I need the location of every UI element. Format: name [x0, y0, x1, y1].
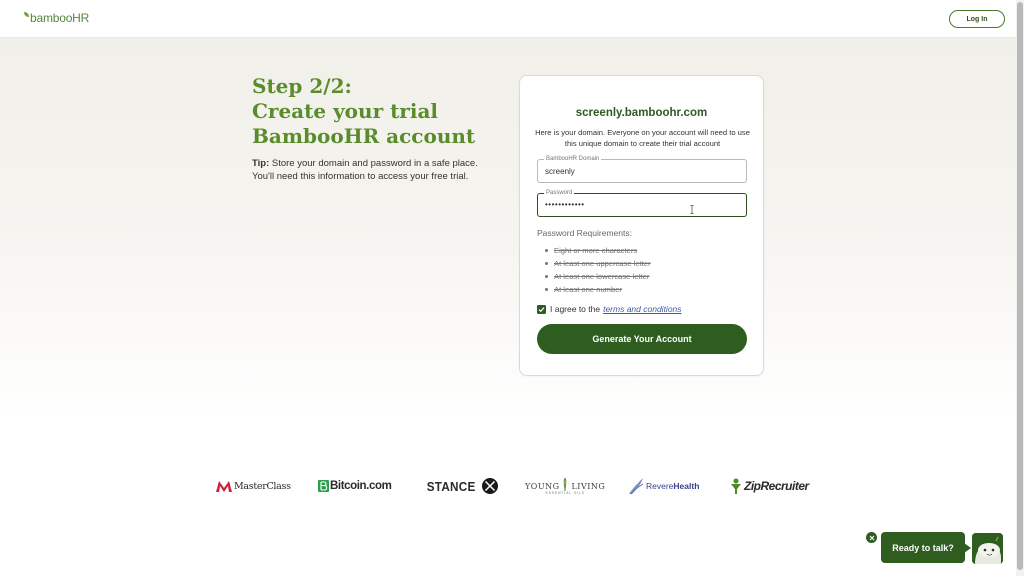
step-heading-line-1: Step 2/2:	[252, 74, 352, 98]
terms-and-conditions-link[interactable]: terms and conditions	[603, 304, 681, 314]
domain-field[interactable]: BambooHR Domain screenly	[537, 155, 747, 183]
terms-agreement-text: I agree to the	[550, 304, 601, 314]
ziprecruiter-person-icon	[731, 478, 741, 494]
ready-to-talk-button[interactable]: Ready to talk?	[881, 532, 965, 563]
step-heading: Step 2/2: Create your trial BambooHR acc…	[252, 74, 502, 149]
stance-circle-icon	[482, 478, 499, 494]
domain-title: screenly.bamboohr.com	[575, 107, 708, 119]
domain-field-value[interactable]: screenly	[545, 167, 735, 176]
top-navigation-bar: bambooHR Log In	[0, 0, 1016, 38]
logo-text: bambooHR	[30, 11, 90, 25]
password-field[interactable]: Password ••••••••••••	[537, 189, 747, 217]
bitcoin-logo: Bitcoin.com	[318, 473, 392, 499]
chat-bubble-pointer	[964, 543, 971, 553]
tip-body: Store your domain and password in a safe…	[252, 158, 478, 182]
page-scrollbar-thumb[interactable]	[1017, 2, 1023, 570]
tip-label: Tip:	[252, 158, 270, 169]
young-living-leaf-icon	[564, 477, 567, 491]
chat-close-button[interactable]	[866, 532, 877, 543]
generate-account-button[interactable]: Generate Your Account	[537, 324, 747, 354]
bullet-icon	[545, 275, 548, 278]
requirement-item: At least one lowercase letter	[545, 270, 651, 283]
tip-text: Tip: Store your domain and password in a…	[252, 157, 497, 183]
bitcoin-icon	[318, 480, 329, 492]
masterclass-logo: MasterClass	[216, 473, 291, 499]
hero-background	[0, 38, 1016, 418]
close-icon	[869, 535, 874, 540]
requirement-item: At least one number	[545, 283, 651, 296]
domain-description: Here is your domain. Everyone on your ac…	[535, 128, 750, 148]
ziprecruiter-logo: ZipRecruiter	[730, 473, 809, 499]
text-cursor-icon	[690, 205, 694, 214]
chat-bot-face-icon	[972, 533, 1003, 564]
terms-checkbox[interactable]	[537, 304, 546, 314]
password-requirements-title: Password Requirements:	[537, 228, 632, 238]
checkmark-icon	[538, 306, 545, 312]
revere-health-logo: RevereHealth	[628, 473, 699, 499]
step-heading-line-2: Create your trial	[252, 99, 438, 123]
bamboohr-logo[interactable]: bambooHR	[23, 11, 89, 25]
bullet-icon	[545, 262, 548, 265]
bullet-icon	[545, 288, 548, 291]
password-requirements-list: Eight or more characters At least one up…	[545, 244, 651, 296]
account-setup-card: screenly.bamboohr.com Here is your domai…	[519, 75, 764, 376]
step-heading-line-3: BambooHR account	[252, 124, 476, 148]
stance-logo: STANCE	[424, 473, 499, 499]
requirement-item: At least one uppercase letter	[545, 257, 651, 270]
terms-agreement-row: I agree to the terms and conditions	[537, 304, 682, 314]
masterclass-m-icon	[216, 480, 232, 492]
young-living-logo: YOUNG LIVING ESSENTIAL OILS	[525, 473, 605, 499]
password-field-value[interactable]: ••••••••••••	[545, 200, 735, 209]
chat-avatar[interactable]	[972, 533, 1003, 564]
revere-health-swoosh-icon	[629, 478, 644, 495]
leaf-icon	[24, 12, 29, 17]
log-in-button[interactable]: Log In	[949, 10, 1005, 28]
bullet-icon	[545, 249, 548, 252]
password-field-label: Password	[544, 189, 575, 197]
requirement-item: Eight or more characters	[545, 244, 651, 257]
customer-logos-row: MasterClass Bitcoin.com STANCE YOUNG LIV…	[210, 473, 810, 499]
domain-field-label: BambooHR Domain	[544, 155, 602, 163]
